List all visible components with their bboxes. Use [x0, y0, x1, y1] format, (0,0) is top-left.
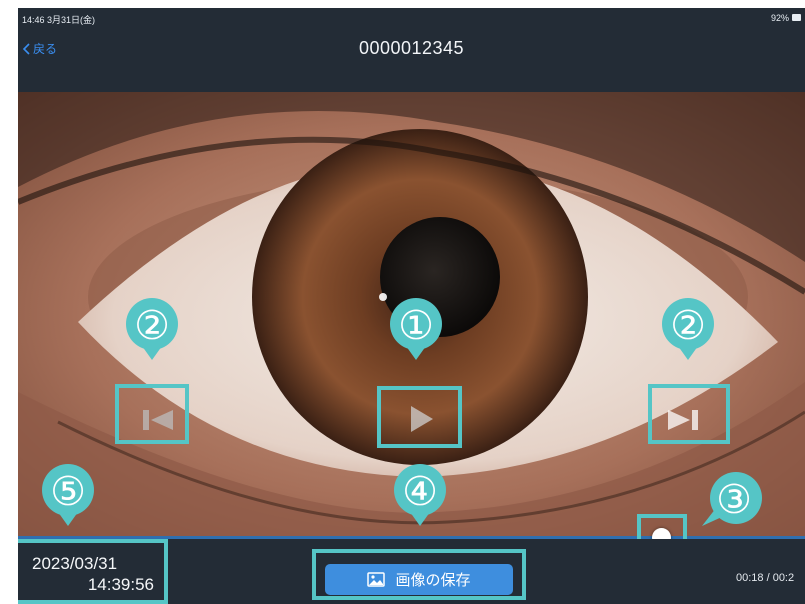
page-title: 0000012345 [358, 38, 465, 58]
highlight-datetime [18, 539, 168, 604]
battery-icon [792, 14, 801, 21]
callout-2-right: ② [656, 296, 720, 360]
callout-5: ⑤ [36, 462, 100, 526]
callout-3: ③ [702, 470, 766, 534]
battery-level: 92% [770, 13, 789, 23]
timecode: 00:18 / 00:2 [736, 572, 795, 584]
status-time: 14:46 3月31日(金) [22, 15, 96, 25]
highlight-next [648, 384, 730, 444]
highlight-play [377, 386, 462, 448]
callout-number: ① [398, 303, 434, 349]
nav-bar: 戻る 0000012345 [18, 28, 805, 88]
highlight-prev [115, 384, 189, 444]
status-bar: 14:46 3月31日(金) 92% [18, 8, 805, 28]
callout-number: ③ [716, 477, 752, 523]
callout-number: ② [134, 303, 170, 349]
callout-1: ① [384, 296, 448, 360]
callout-number: ⑤ [50, 469, 86, 515]
highlight-save [312, 549, 526, 600]
callout-2-left: ② [120, 296, 184, 360]
callout-number: ② [670, 303, 706, 349]
callout-number: ④ [402, 469, 438, 515]
callout-4: ④ [388, 462, 452, 526]
